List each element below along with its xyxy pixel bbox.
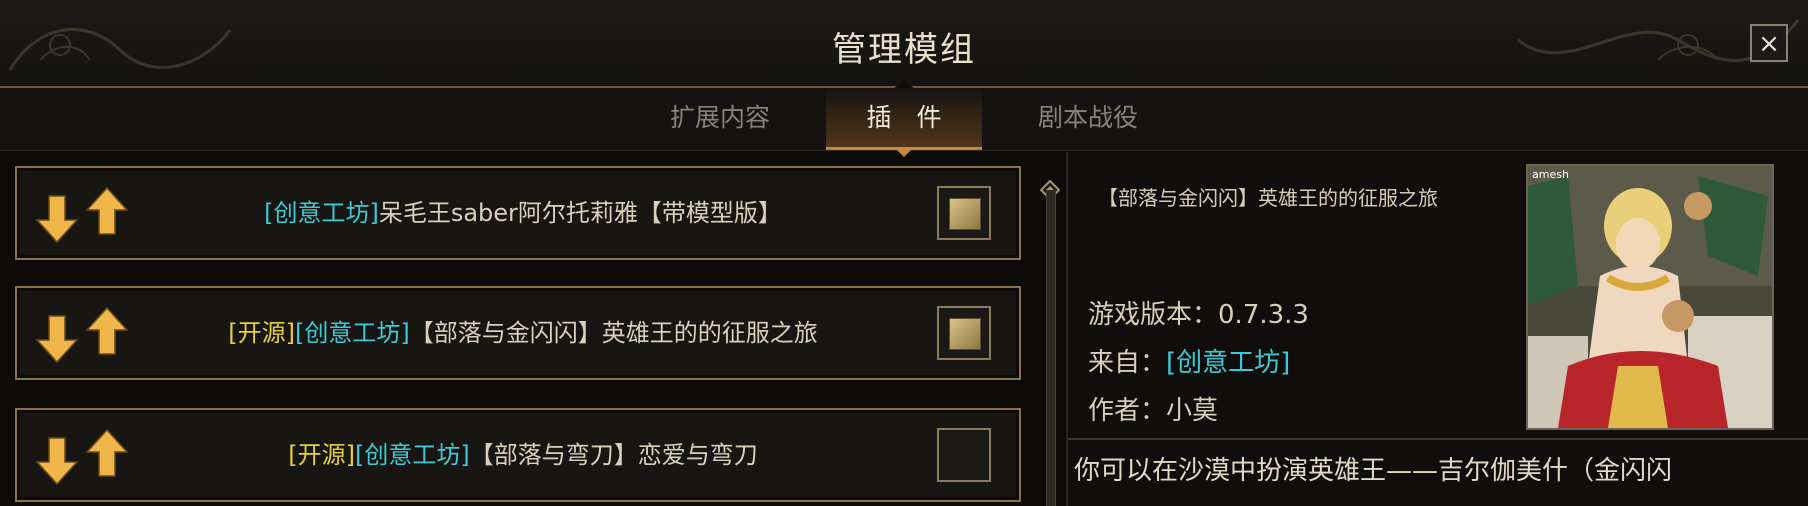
mod-label: [开源][创意工坊]【部落与弯刀】恋爱与弯刀 <box>147 410 899 500</box>
mod-tag: [开源] <box>288 441 355 469</box>
enable-checkbox[interactable] <box>937 428 991 482</box>
game-version-value: 0.7.3.3 <box>1218 300 1309 330</box>
tab-bar: 扩展内容 插 件 剧本战役 <box>0 88 1808 157</box>
source-row: 来自：[创意工坊] <box>1088 342 1290 379</box>
enable-checkbox[interactable] <box>937 306 991 360</box>
move-up-arrow-icon[interactable] <box>85 186 129 236</box>
cover-illustration-icon <box>1528 166 1772 428</box>
move-up-arrow-icon[interactable] <box>85 306 129 356</box>
detail-title: 【部落与金闪闪】英雄王的的征服之旅 <box>1098 186 1438 210</box>
mod-name: 【部落与弯刀】恋爱与弯刀 <box>469 441 758 469</box>
mod-list: [创意工坊]呆毛王saber阿尔托莉雅【带模型版】 [开源][创意工坊]【部落与… <box>0 152 1058 506</box>
author-label: 作者： <box>1088 396 1167 426</box>
move-down-arrow-icon[interactable] <box>35 314 79 364</box>
mod-label: [创意工坊]呆毛王saber阿尔托莉雅【带模型版】 <box>147 168 899 258</box>
mod-tag: [创意工坊] <box>355 441 470 469</box>
mod-tag: [开源] <box>228 319 295 347</box>
list-item[interactable]: [开源][创意工坊]【部落与弯刀】恋爱与弯刀 <box>15 408 1021 502</box>
author-value: 小莫 <box>1166 396 1219 426</box>
game-version-label: 游戏版本： <box>1088 300 1219 330</box>
author-row: 作者：小莫 <box>1088 390 1218 427</box>
move-down-arrow-icon[interactable] <box>35 436 79 486</box>
source-label: 来自： <box>1088 348 1167 378</box>
tab-plugins[interactable]: 插 件 <box>826 88 982 157</box>
move-down-arrow-icon[interactable] <box>35 194 79 244</box>
cover-caption: amesh <box>1532 168 1569 181</box>
tab-scenarios[interactable]: 剧本战役 <box>1008 88 1168 150</box>
tab-expansions[interactable]: 扩展内容 <box>640 88 800 150</box>
mod-description: 你可以在沙漠中扮演英雄王——吉尔伽美什（金闪闪 <box>1074 456 1673 486</box>
mod-tag: [创意工坊] <box>264 199 379 227</box>
mod-cover-image: amesh <box>1526 164 1774 430</box>
mod-label: [开源][创意工坊]【部落与金闪闪】英雄王的的征服之旅 <box>147 288 899 378</box>
mod-detail-panel: 【部落与金闪闪】英雄王的的征服之旅 游戏版本：0.7.3.3 来自：[创意工坊]… <box>1068 152 1808 506</box>
detail-separator <box>1068 438 1808 440</box>
mod-tag: [创意工坊] <box>295 319 410 347</box>
header-bar: 管理模组 × <box>0 0 1808 88</box>
enable-checkbox[interactable] <box>937 186 991 240</box>
list-item[interactable]: [开源][创意工坊]【部落与金闪闪】英雄王的的征服之旅 <box>15 286 1021 380</box>
move-up-arrow-icon[interactable] <box>85 428 129 478</box>
source-value: [创意工坊] <box>1166 348 1291 378</box>
mod-name: 【部落与金闪闪】英雄王的的征服之旅 <box>409 319 818 347</box>
close-button[interactable]: × <box>1750 24 1788 62</box>
game-version-row: 游戏版本：0.7.3.3 <box>1088 294 1309 331</box>
checkbox-checked-mark <box>949 318 981 350</box>
mod-name: 呆毛王saber阿尔托莉雅【带模型版】 <box>378 199 782 227</box>
list-item[interactable]: [创意工坊]呆毛王saber阿尔托莉雅【带模型版】 <box>15 166 1021 260</box>
list-scrollbar[interactable] <box>1046 190 1056 506</box>
page-title: 管理模组 <box>832 30 976 70</box>
checkbox-checked-mark <box>949 198 981 230</box>
